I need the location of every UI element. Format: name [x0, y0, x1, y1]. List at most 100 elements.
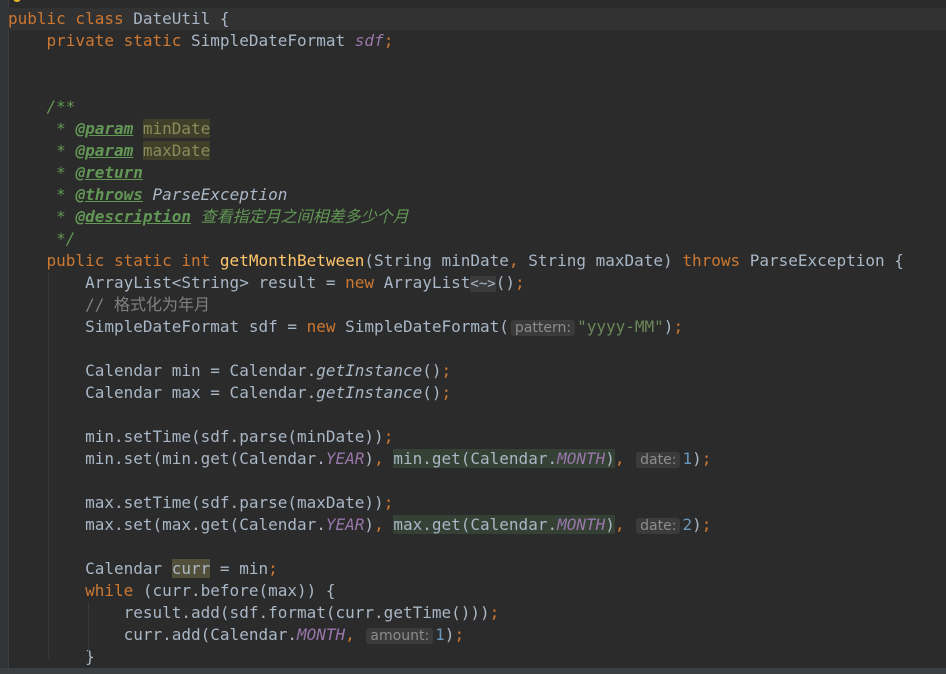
code-token: MONTH — [557, 515, 606, 534]
code-token: min.setTime(sdf.parse(minDate)) — [8, 427, 384, 446]
parameter-hint: date: — [636, 452, 681, 468]
code-token: new — [345, 273, 384, 292]
code-editor[interactable]: public class DateUtil { private static S… — [0, 0, 946, 674]
code-token: ) — [605, 449, 615, 468]
code-token: ; — [441, 361, 452, 380]
code-token: ArrayList<String> result = — [8, 273, 346, 292]
code-token: ; — [673, 317, 684, 336]
indent-guide — [88, 602, 89, 652]
horizontal-scrollbar[interactable] — [0, 668, 946, 674]
code-token: MONTH — [296, 625, 346, 644]
code-token: ) — [692, 449, 702, 468]
code-token: ) — [364, 515, 375, 534]
code-token: result.add(sdf.format(curr.getTime())) — [8, 603, 490, 622]
code-line[interactable]: private static SimpleDateFormat sdf; — [8, 30, 946, 52]
code-token: max.setTime(sdf.parse(maxDate)) — [8, 493, 384, 512]
code-token: new — [306, 317, 346, 336]
code-token: Calendar — [8, 559, 172, 578]
code-token: ; — [454, 625, 465, 644]
code-token: () — [495, 273, 515, 292]
code-line[interactable]: max.set(max.get(Calendar.YEAR), max.get(… — [8, 514, 946, 536]
code-line[interactable]: while (curr.before(max)) { — [8, 580, 946, 602]
intention-bulb-icon[interactable] — [12, 0, 22, 4]
code-line[interactable]: * @param maxDate — [8, 140, 946, 162]
code-token: max.set(max.get(Calendar. — [8, 515, 326, 534]
code-token: YEAR — [325, 449, 365, 468]
code-line[interactable]: * @throws ParseException — [8, 184, 946, 206]
code-token: "yyyy-MM" — [577, 317, 664, 336]
code-line[interactable]: ArrayList<String> result = new ArrayList… — [8, 272, 946, 294]
code-token: , — [374, 449, 394, 468]
code-token: 1 — [435, 625, 445, 644]
code-token: ; — [383, 31, 394, 50]
code-token: DateUtil { — [133, 9, 230, 28]
code-line[interactable]: public class DateUtil { — [8, 8, 946, 30]
code-token: public class — [8, 9, 134, 28]
code-token: /** — [46, 97, 76, 116]
code-token: while — [85, 581, 143, 600]
code-line[interactable]: Calendar min = Calendar.getInstance(); — [8, 360, 946, 382]
code-line[interactable]: * @param minDate — [8, 118, 946, 140]
code-token: * — [56, 185, 76, 204]
code-token: ArrayList — [383, 273, 471, 292]
code-token: ; — [268, 559, 278, 578]
code-token: , — [345, 625, 365, 644]
code-token: 2 — [682, 515, 693, 534]
code-token: (String minDate — [364, 251, 509, 270]
code-line[interactable]: public static int getMonthBetween(String… — [8, 250, 946, 272]
code-line[interactable] — [8, 536, 946, 558]
code-token: } — [8, 647, 95, 666]
indent-guide — [48, 272, 49, 658]
code-line[interactable] — [8, 52, 946, 74]
code-line[interactable]: /** — [8, 96, 946, 118]
code-line[interactable]: min.set(min.get(Calendar.YEAR), min.get(… — [8, 448, 946, 470]
code-token: String maxDate) — [528, 251, 683, 270]
code-token: ) — [605, 515, 615, 534]
code-line[interactable]: min.setTime(sdf.parse(minDate)); — [8, 426, 946, 448]
code-line[interactable] — [8, 404, 946, 426]
code-line[interactable]: } — [8, 646, 946, 668]
code-line[interactable]: curr.add(Calendar.MONTH, amount: 1); — [8, 624, 946, 646]
code-token: (curr.before(max)) { — [142, 581, 336, 600]
code-token: min.set(min.get(Calendar. — [8, 449, 326, 468]
parameter-hint: date: — [636, 518, 681, 534]
parameter-hint: pattern: — [510, 320, 576, 336]
code-line[interactable]: */ — [8, 228, 946, 250]
code-token: ; — [383, 493, 394, 512]
code-token: () — [422, 361, 442, 380]
code-token: ) — [364, 449, 375, 468]
code-token: * — [56, 119, 76, 138]
code-token: MONTH — [557, 449, 606, 468]
code-line[interactable]: Calendar max = Calendar.getInstance(); — [8, 382, 946, 404]
code-token: @throws — [75, 185, 143, 204]
code-token: curr.add(Calendar. — [8, 625, 297, 644]
code-line[interactable] — [8, 74, 946, 96]
code-token: ) — [444, 625, 455, 644]
code-token: ) — [692, 515, 702, 534]
code-line[interactable] — [8, 470, 946, 492]
code-token: Calendar max = Calendar. — [8, 383, 317, 402]
code-token: @description — [75, 207, 192, 226]
code-line[interactable]: Calendar curr = min; — [8, 558, 946, 580]
code-token: ; — [489, 603, 500, 622]
code-token: minDate — [142, 119, 211, 138]
code-line[interactable]: result.add(sdf.format(curr.getTime())); — [8, 602, 946, 624]
code-line[interactable]: * @description 查看指定月之间相差多少个月 — [8, 206, 946, 228]
code-line[interactable]: max.setTime(sdf.parse(maxDate)); — [8, 492, 946, 514]
code-token: , — [508, 251, 529, 270]
code-line[interactable]: * @return — [8, 162, 946, 184]
code-line[interactable]: SimpleDateFormat sdf = new SimpleDateFor… — [8, 316, 946, 338]
code-line[interactable]: // 格式化为年月 — [8, 294, 946, 316]
code-token: @param — [75, 119, 134, 138]
code-line[interactable] — [8, 338, 946, 360]
code-token: ParseException — [152, 185, 288, 204]
code-token: YEAR — [325, 515, 365, 534]
code-token: * — [56, 207, 76, 226]
